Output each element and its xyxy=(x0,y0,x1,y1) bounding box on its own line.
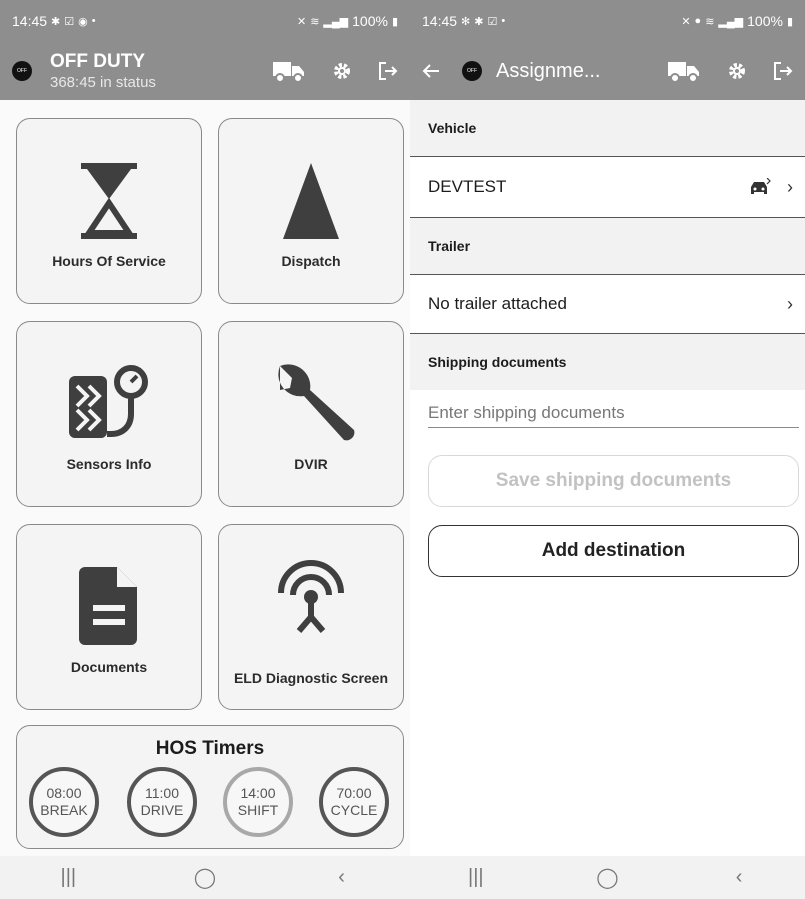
status-time: 14:45 xyxy=(12,13,48,29)
shipping-section-header: Shipping documents xyxy=(410,334,805,390)
duty-status-icon[interactable]: OFF xyxy=(12,61,32,81)
timer-value: 14:00 xyxy=(240,785,276,801)
trailer-section-header: Trailer xyxy=(410,218,805,274)
record-icon: ◉ xyxy=(78,15,88,28)
dot-icon: • xyxy=(501,15,506,27)
battery-icon: ▮ xyxy=(391,15,398,28)
hourglass-icon xyxy=(17,163,201,239)
timer-drive[interactable]: 11:00 DRIVE xyxy=(127,767,197,837)
tile-label: Sensors Info xyxy=(66,456,152,472)
shipping-documents-input[interactable] xyxy=(428,398,799,428)
back-icon[interactable]: ‹ xyxy=(312,863,372,893)
document-icon xyxy=(17,567,201,645)
duty-time-in-status: 368:45 in status xyxy=(50,74,156,91)
status-bar: 14:45 ✱ ☑ ◉ • ✕ ≋ ▂▄▆ 100% ▮ xyxy=(0,0,410,42)
tile-label: ELD Diagnostic Screen xyxy=(233,670,389,686)
system-nav-bar: ||| ◯ ‹ xyxy=(410,856,805,899)
home-icon[interactable]: ◯ xyxy=(175,863,235,893)
home-icon[interactable]: ◯ xyxy=(577,863,637,893)
vehicle-name: DEVTEST xyxy=(428,177,507,196)
battery-percent: 100% xyxy=(747,13,783,29)
timer-label: CYCLE xyxy=(330,802,378,818)
battery-icon: ▮ xyxy=(786,15,793,28)
timer-label: BREAK xyxy=(40,802,88,818)
hos-timers-title: HOS Timers xyxy=(155,738,265,759)
assignment-screen: 14:45 ✻ ✱ ☑ • ✕ ● ≋ ▂▄▆ 100% ▮ OFF Assig… xyxy=(410,0,805,899)
antenna-icon xyxy=(219,553,403,633)
logout-icon[interactable] xyxy=(773,61,793,81)
timer-label: DRIVE xyxy=(140,802,184,818)
tile-hours-of-service[interactable]: Hours Of Service xyxy=(16,118,202,304)
mute-icon: ✕ xyxy=(681,15,691,28)
tile-dvir[interactable]: DVIR xyxy=(218,321,404,507)
chevron-right-icon: › xyxy=(787,176,793,197)
timer-value: 08:00 xyxy=(46,785,82,801)
chevron-right-icon: › xyxy=(787,293,793,314)
navigation-arrow-icon xyxy=(219,163,403,239)
recent-apps-icon[interactable]: ||| xyxy=(38,863,98,893)
timer-cycle[interactable]: 70:00 CYCLE xyxy=(319,767,389,837)
trailer-row[interactable]: No trailer attached › xyxy=(410,274,805,334)
status-time: 14:45 xyxy=(422,13,458,29)
trailer-value: No trailer attached xyxy=(428,294,567,313)
wifi-icon: ≋ xyxy=(705,15,715,28)
tile-sensors-info[interactable]: Sensors Info xyxy=(16,321,202,507)
tile-dispatch[interactable]: Dispatch xyxy=(218,118,404,304)
tile-label: Hours Of Service xyxy=(52,253,166,269)
tile-documents[interactable]: Documents xyxy=(16,524,202,710)
tile-label: Documents xyxy=(70,659,148,675)
back-icon[interactable]: ‹ xyxy=(709,863,769,893)
tile-eld-diagnostic[interactable]: ELD Diagnostic Screen xyxy=(218,524,404,710)
timer-label: SHIFT xyxy=(237,802,279,818)
add-destination-button[interactable]: Add destination xyxy=(428,525,799,577)
sync-icon: ✻ xyxy=(461,15,471,28)
truck-icon[interactable] xyxy=(667,58,701,84)
timer-break[interactable]: 08:00 BREAK xyxy=(29,767,99,837)
bluetooth-icon: ✱ xyxy=(51,15,61,28)
mute-icon: ✕ xyxy=(296,15,307,28)
gear-icon[interactable] xyxy=(332,61,352,81)
recent-apps-icon[interactable]: ||| xyxy=(446,863,506,893)
system-nav-bar: ||| ◯ ‹ xyxy=(0,856,410,899)
status-bar: 14:45 ✻ ✱ ☑ • ✕ ● ≋ ▂▄▆ 100% ▮ xyxy=(410,0,805,42)
tire-gauge-icon xyxy=(17,362,201,444)
vehicle-bluetooth-icon xyxy=(745,178,775,196)
tile-label: Dispatch xyxy=(281,253,341,269)
back-arrow-icon[interactable] xyxy=(422,63,440,79)
duty-status-icon[interactable]: OFF xyxy=(462,61,482,81)
timer-value: 70:00 xyxy=(336,785,372,801)
app-bar: OFF OFF DUTY 368:45 in status xyxy=(0,42,410,100)
dot-icon: • xyxy=(91,15,96,27)
truck-icon[interactable] xyxy=(272,58,306,84)
vehicle-row[interactable]: DEVTEST › xyxy=(410,156,805,218)
duty-status[interactable]: OFF DUTY 368:45 in status xyxy=(50,52,272,90)
gear-icon[interactable] xyxy=(727,61,747,81)
battery-percent: 100% xyxy=(352,13,388,29)
bluetooth-icon: ✱ xyxy=(474,15,484,28)
app-bar: OFF Assignme... xyxy=(410,42,805,100)
notification-icon: ☑ xyxy=(487,15,498,28)
signal-icon: ▂▄▆ xyxy=(718,15,744,28)
hos-timers-card[interactable]: HOS Timers 08:00 BREAK 11:00 DRIVE 14:00… xyxy=(16,725,404,849)
timer-shift[interactable]: 14:00 SHIFT xyxy=(223,767,293,837)
timer-value: 11:00 xyxy=(145,785,179,801)
wrench-icon xyxy=(219,362,403,446)
screen-title: Assignme... xyxy=(496,60,601,82)
logout-icon[interactable] xyxy=(378,61,398,81)
save-shipping-documents-button[interactable]: Save shipping documents xyxy=(428,455,799,507)
notification-icon: ☑ xyxy=(64,15,75,28)
tile-label: DVIR xyxy=(294,456,328,472)
vehicle-section-header: Vehicle xyxy=(410,100,805,156)
duty-title: OFF DUTY xyxy=(50,51,145,72)
wifi-icon: ≋ xyxy=(310,15,320,28)
signal-icon: ▂▄▆ xyxy=(323,15,349,28)
location-icon: ● xyxy=(694,15,702,27)
screen-title-block: Assignme... xyxy=(496,61,667,81)
dashboard-screen: 14:45 ✱ ☑ ◉ • ✕ ≋ ▂▄▆ 100% ▮ OFF OFF DUT… xyxy=(0,0,410,899)
